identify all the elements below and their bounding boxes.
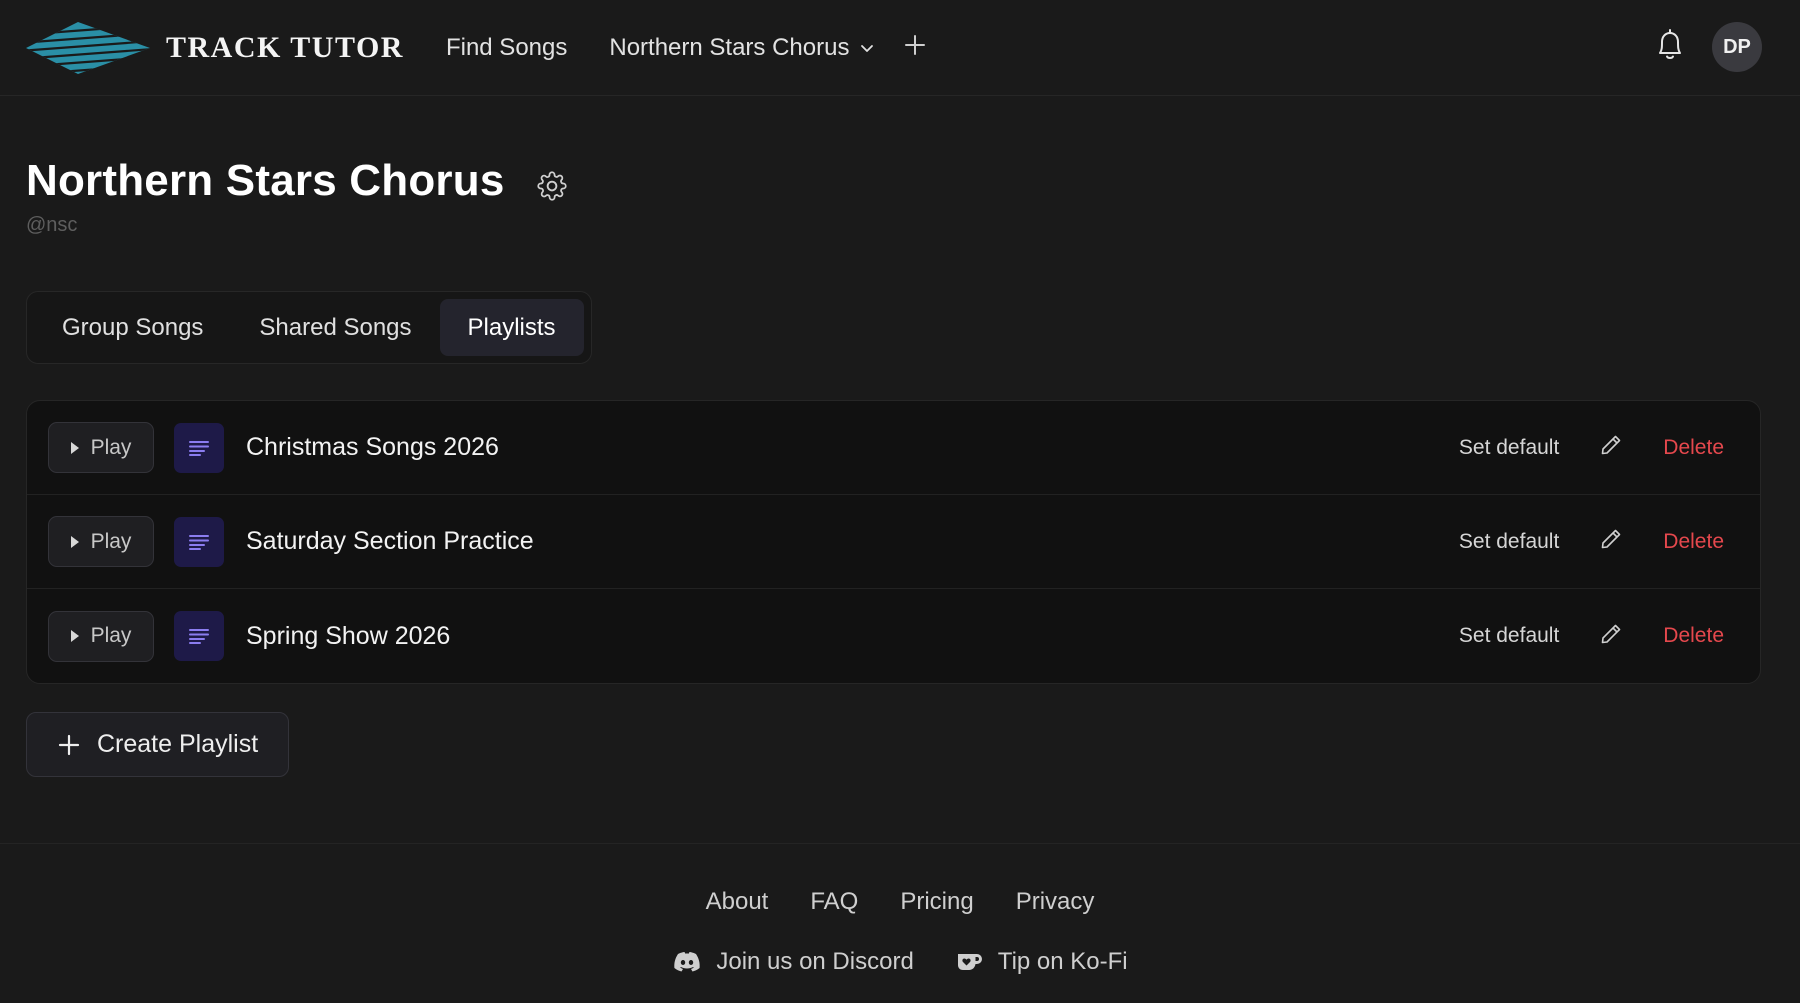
playlist-name[interactable]: Saturday Section Practice — [246, 527, 1459, 556]
pencil-icon — [1599, 433, 1623, 462]
edit-playlist-button[interactable] — [1599, 433, 1623, 462]
plus-icon — [903, 33, 927, 62]
play-icon — [70, 535, 79, 548]
tab-shared-songs[interactable]: Shared Songs — [231, 299, 439, 356]
title-row: Northern Stars Chorus — [26, 156, 1774, 206]
playlist-row: Play Spring Show 2026 Set default Delete — [27, 589, 1760, 683]
footer-link-privacy[interactable]: Privacy — [1016, 888, 1095, 916]
kofi-icon — [956, 951, 984, 973]
footer-link-faq[interactable]: FAQ — [810, 888, 858, 916]
nav-right: DP — [1654, 22, 1762, 72]
chevron-down-icon — [859, 40, 875, 56]
gear-icon — [536, 170, 567, 206]
group-switcher-label: Northern Stars Chorus — [609, 33, 850, 61]
set-default-button[interactable]: Set default — [1459, 436, 1559, 460]
notifications-button[interactable] — [1654, 27, 1686, 68]
tab-group-songs[interactable]: Group Songs — [34, 299, 231, 356]
logo-icon — [26, 21, 150, 74]
play-label: Play — [90, 435, 132, 459]
kofi-link[interactable]: Tip on Ko-Fi — [956, 948, 1128, 976]
delete-playlist-button[interactable]: Delete — [1663, 530, 1724, 554]
home-link[interactable]: TRACK TUTOR — [26, 21, 404, 74]
footer-link-pricing[interactable]: Pricing — [900, 888, 973, 916]
pencil-icon — [1599, 622, 1623, 651]
bell-icon — [1654, 27, 1686, 68]
set-default-button[interactable]: Set default — [1459, 530, 1559, 554]
footer-social: Join us on Discord Tip on Ko-Fi — [0, 948, 1800, 976]
brand-name: TRACK TUTOR — [166, 30, 404, 64]
play-button[interactable]: Play — [48, 516, 154, 567]
create-playlist-button[interactable]: Create Playlist — [26, 712, 290, 777]
edit-playlist-button[interactable] — [1599, 527, 1623, 556]
add-group-button[interactable] — [903, 33, 927, 62]
playlist-row: Play Saturday Section Practice Set defau… — [27, 495, 1760, 589]
discord-link[interactable]: Join us on Discord — [672, 948, 914, 976]
play-icon — [70, 630, 79, 642]
playlist-name[interactable]: Spring Show 2026 — [246, 622, 1459, 651]
list-icon — [174, 516, 224, 567]
tab-playlists[interactable]: Playlists — [439, 299, 584, 356]
create-playlist-label: Create Playlist — [97, 730, 259, 758]
footer-links: About FAQ Pricing Privacy — [0, 888, 1800, 916]
play-label: Play — [90, 529, 132, 553]
play-button[interactable]: Play — [48, 422, 154, 473]
list-icon — [174, 611, 224, 661]
group-handle: @nsc — [26, 214, 78, 236]
delete-playlist-button[interactable]: Delete — [1663, 436, 1724, 460]
group-settings-button[interactable] — [536, 170, 567, 206]
play-button[interactable]: Play — [48, 610, 154, 662]
play-label: Play — [90, 624, 132, 647]
main-content: Northern Stars Chorus @nsc Group Songs S… — [0, 156, 1800, 777]
plus-icon — [57, 733, 81, 757]
pencil-icon — [1599, 527, 1623, 556]
tab-bar: Group Songs Shared Songs Playlists — [26, 291, 592, 364]
footer-link-about[interactable]: About — [706, 888, 769, 916]
user-avatar[interactable]: DP — [1712, 22, 1762, 72]
list-icon — [174, 422, 224, 473]
playlist-name[interactable]: Christmas Songs 2026 — [246, 433, 1459, 462]
discord-label: Join us on Discord — [716, 948, 914, 975]
top-nav: TRACK TUTOR Find Songs Northern Stars Ch… — [0, 0, 1800, 96]
discord-icon — [672, 950, 702, 974]
kofi-label: Tip on Ko-Fi — [997, 948, 1128, 975]
playlist-row: Play Christmas Songs 2026 Set default De… — [27, 401, 1760, 495]
edit-playlist-button[interactable] — [1599, 622, 1623, 651]
delete-playlist-button[interactable]: Delete — [1663, 624, 1724, 648]
footer: About FAQ Pricing Privacy Join us on Dis… — [0, 843, 1800, 976]
playlist-list: Play Christmas Songs 2026 Set default De… — [26, 400, 1761, 684]
find-songs-link[interactable]: Find Songs — [446, 34, 567, 62]
page-title: Northern Stars Chorus — [26, 156, 505, 205]
group-switcher[interactable]: Northern Stars Chorus — [609, 34, 875, 62]
play-icon — [70, 441, 79, 454]
set-default-button[interactable]: Set default — [1459, 624, 1559, 648]
